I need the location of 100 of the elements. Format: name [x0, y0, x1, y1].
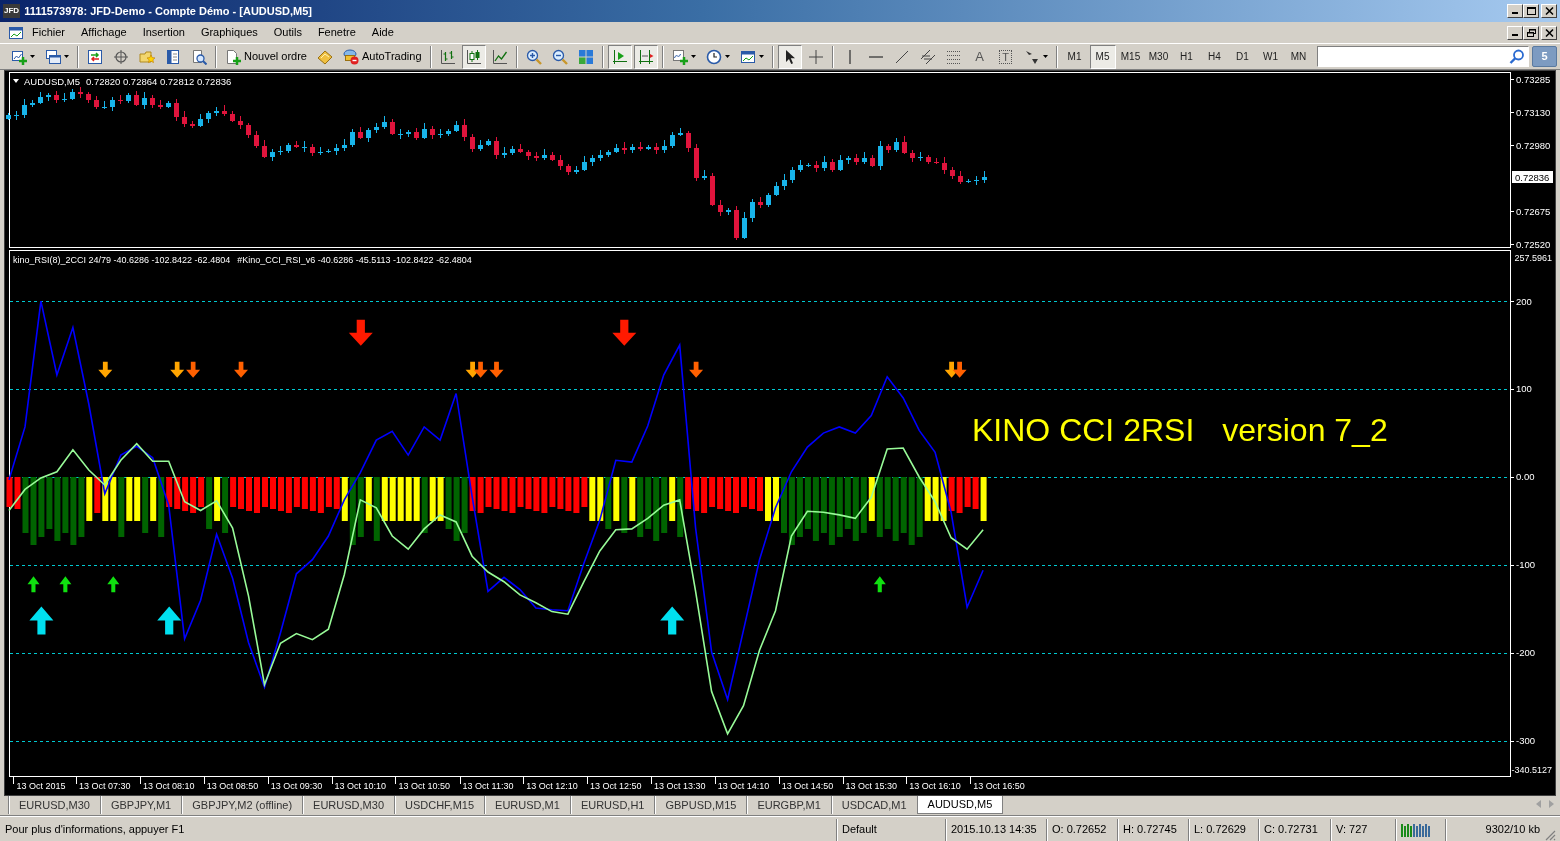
timeframe-button[interactable]: M15: [1117, 44, 1144, 69]
price-label: 0.72675: [1516, 205, 1551, 217]
axis-label: -200: [1516, 647, 1535, 659]
caret-icon[interactable]: [13, 79, 19, 83]
chart-tab[interactable]: GBPJPY,M2 (offline): [181, 796, 303, 814]
label-tool-button[interactable]: T: [993, 44, 1018, 69]
resize-grip-icon[interactable]: [1545, 829, 1556, 841]
time-label: 13 Oct 15:30: [845, 781, 898, 791]
arrow-up-icon: [873, 576, 886, 593]
template-icon: [739, 48, 756, 65]
restore-icon: [1526, 28, 1536, 37]
chart-tab[interactable]: EURUSD,H1: [569, 796, 655, 814]
arrow-down-icon: [186, 361, 201, 378]
chart-tab[interactable]: AUDUSD,M5: [916, 796, 1004, 814]
timeframe-button[interactable]: M5: [1089, 44, 1116, 69]
fibonacci-icon: [945, 48, 962, 65]
menu-item[interactable]: Insertion: [134, 24, 193, 41]
price-label: 0.72520: [1516, 238, 1551, 249]
close-price: C: 0.72731: [1264, 822, 1318, 838]
caret-icon: [690, 55, 696, 58]
time-label: 13 Oct 10:50: [398, 781, 450, 791]
menu-item[interactable]: Affichage: [73, 24, 135, 41]
chart-tab[interactable]: EURUSD,M30: [302, 796, 394, 814]
toolbar-button[interactable]: [461, 44, 486, 69]
caret-icon: [64, 55, 69, 58]
chart-tab[interactable]: EURUSD,M1: [484, 796, 570, 814]
arrow-up-icon: [27, 576, 40, 593]
timeframe-button[interactable]: D1: [1229, 44, 1256, 69]
status-text: Pour plus d'informations, appuyer F1: [5, 822, 185, 838]
chart-caption: version 7_2: [1222, 412, 1388, 448]
chart-tab[interactable]: GBPJPY,M1: [99, 796, 182, 814]
caret-icon: [758, 55, 764, 58]
arrow-down-icon: [473, 361, 488, 378]
zoom-out-icon: [551, 48, 568, 65]
chart-tab[interactable]: EURGBP,M1: [746, 796, 831, 814]
chart-shift-icon: [637, 48, 654, 65]
arrow-up-icon: [157, 606, 182, 635]
ohlc-values: 0.72820 0.72864 0.72812 0.72836: [85, 75, 232, 87]
connection-bars-icon: [1401, 822, 1430, 837]
timeframe-button[interactable]: W1: [1257, 44, 1284, 69]
current-price-label: 0.72836: [1512, 171, 1553, 183]
time-label: 13 Oct 08:10: [142, 781, 195, 791]
target-icon: [113, 48, 129, 65]
arrow-down-icon: [348, 319, 373, 346]
volume: V: 727: [1336, 822, 1368, 838]
menu-item[interactable]: Fichier: [24, 24, 73, 41]
chart-tab[interactable]: USDCAD,M1: [830, 796, 917, 814]
chart-caption: KINO CCI 2RSI: [972, 412, 1195, 448]
close-icon: [1544, 7, 1554, 15]
toolbar-button[interactable]: [607, 44, 632, 69]
search-field[interactable]: [1316, 46, 1529, 67]
chart-tab[interactable]: USDCHF,M15: [394, 796, 485, 814]
open-price: O: 0.72652: [1052, 822, 1107, 838]
restore-button[interactable]: [1523, 25, 1539, 40]
close-button[interactable]: [1541, 25, 1557, 40]
timeframe-button[interactable]: H4: [1201, 44, 1228, 69]
crosshair-icon: [807, 48, 824, 65]
arrow-down-icon: [234, 361, 248, 378]
text-tool-button[interactable]: A: [967, 44, 992, 69]
menu-item[interactable]: Graphiques: [192, 24, 266, 41]
maximize-icon: [1526, 7, 1536, 15]
minimize-button[interactable]: [1507, 25, 1523, 40]
high-price: H: 0.72745: [1123, 822, 1177, 838]
toolbar-button[interactable]: [777, 44, 802, 69]
menu-item[interactable]: Outils: [265, 24, 310, 41]
chart-window-icon[interactable]: [8, 24, 24, 41]
timeframe-button[interactable]: H1: [1173, 44, 1200, 69]
arrow-down-icon: [489, 361, 504, 378]
chart-plus-icon: [11, 48, 27, 65]
zoom-in-icon: [525, 48, 542, 65]
clock-icon: [705, 48, 722, 65]
toolbar-button[interactable]: [633, 44, 658, 69]
time-label: 13 Oct 09:30: [270, 781, 323, 791]
close-button[interactable]: [1541, 4, 1557, 18]
menu-item[interactable]: Aide: [363, 24, 402, 41]
new-order-button[interactable]: Nouvel ordre: [221, 44, 311, 69]
arrow-down-icon: [689, 361, 704, 378]
candlesticks-icon: [465, 48, 482, 65]
price-label: 0.73130: [1516, 106, 1551, 118]
arrow-down-icon: [170, 361, 185, 378]
ohlc-bars-icon: [439, 48, 456, 65]
time-label: 13 Oct 12:50: [590, 781, 642, 791]
chart-tab[interactable]: GBPUSD,M15: [654, 796, 747, 814]
trend-line-icon: [893, 48, 910, 65]
timeframe-button[interactable]: MN: [1285, 44, 1312, 69]
time-label: 13 Oct 16:50: [973, 781, 1025, 791]
autotrading-button[interactable]: AutoTrading: [339, 44, 426, 69]
axis-label: 100: [1516, 383, 1532, 395]
arrow-down-icon: [612, 319, 637, 346]
menu-item[interactable]: Fenetre: [309, 24, 364, 41]
time-label: 13 Oct 08:50: [206, 781, 259, 791]
chart-tab[interactable]: EURUSD,M30: [8, 796, 100, 814]
maximize-button[interactable]: [1523, 4, 1539, 18]
arrow-up-icon: [107, 576, 120, 593]
stop-badge-icon: [343, 48, 359, 65]
time-label: 13 Oct 14:10: [717, 781, 770, 791]
timeframe-button[interactable]: M30: [1145, 44, 1172, 69]
exchange-arrows-icon: [87, 48, 103, 65]
minimize-button[interactable]: [1507, 4, 1523, 18]
timeframe-button[interactable]: M1: [1061, 44, 1088, 69]
